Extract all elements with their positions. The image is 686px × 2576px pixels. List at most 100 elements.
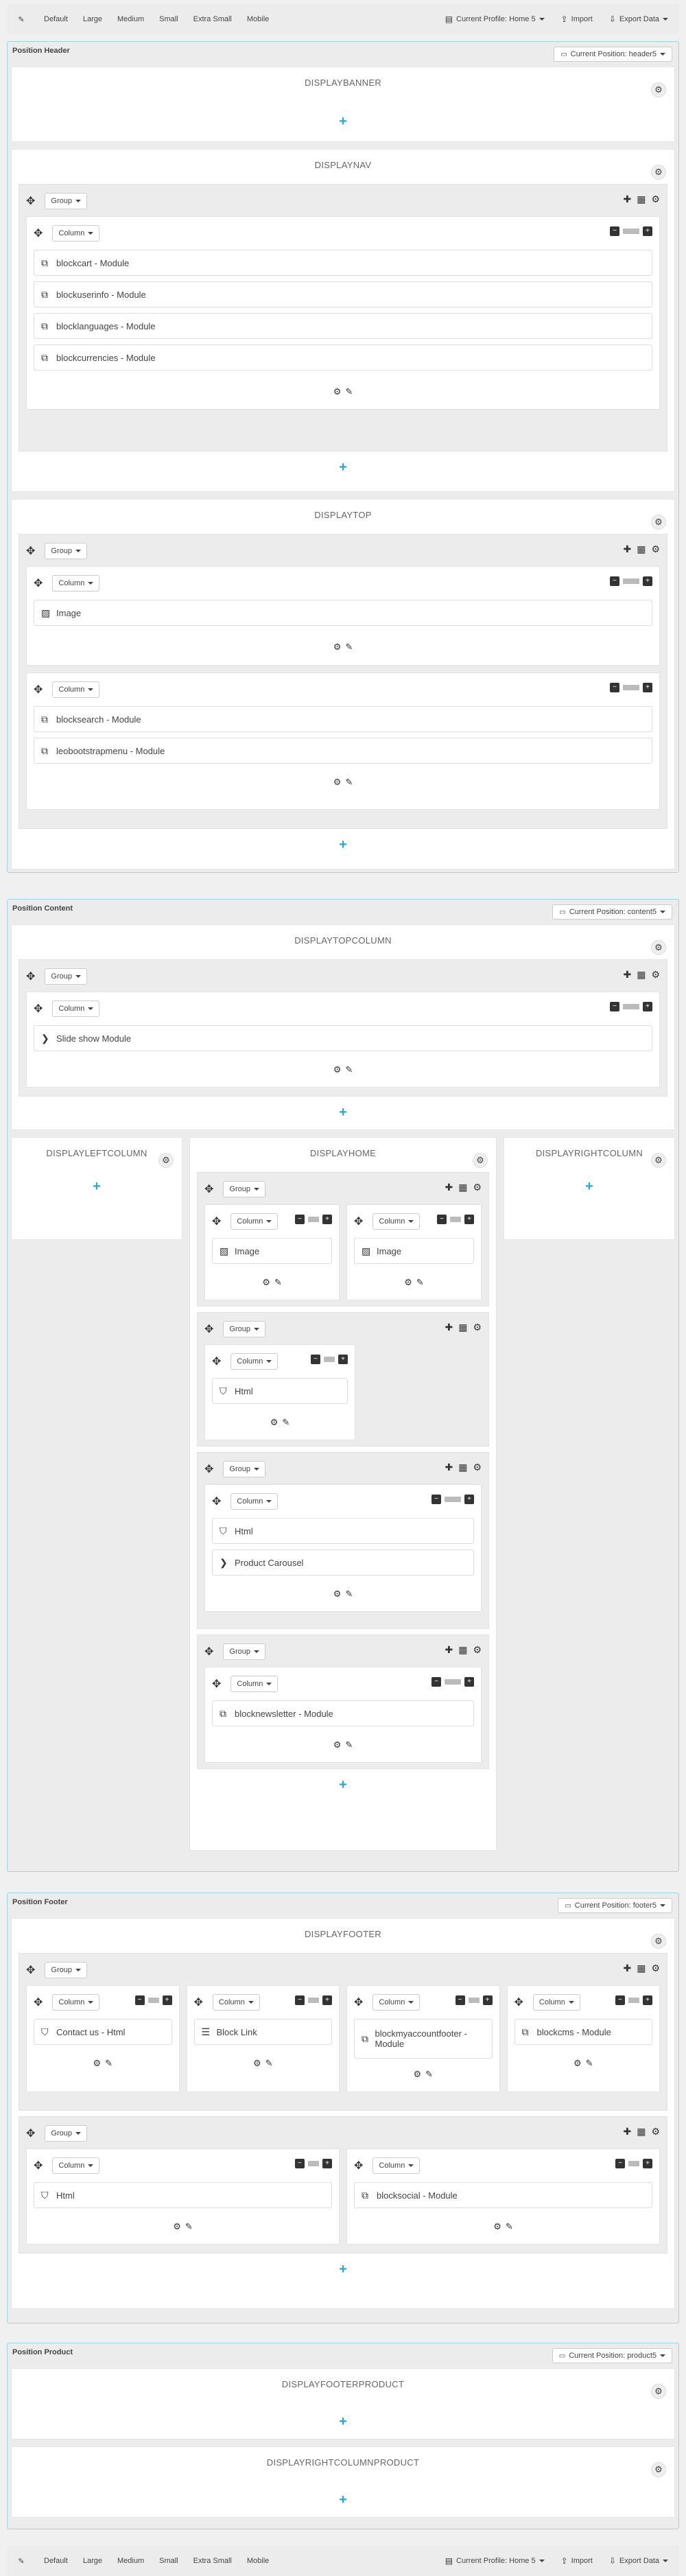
gear-icon[interactable]: ⚙ <box>158 1153 174 1168</box>
add-column-icon[interactable]: ✚ <box>445 1182 453 1193</box>
add-column-icon[interactable]: ✚ <box>623 194 631 205</box>
gear-icon[interactable]: ⚙ <box>493 2221 501 2232</box>
add-group-button[interactable]: + <box>19 457 667 478</box>
group-dropdown[interactable]: Group <box>45 968 87 985</box>
width-bar[interactable] <box>308 2161 319 2166</box>
add-column-icon[interactable]: ✚ <box>445 1322 453 1333</box>
widget[interactable]: ⧉ blockuserinfo - Module <box>34 281 652 307</box>
grid-icon[interactable]: ▦ <box>637 194 646 205</box>
plus-icon[interactable]: + <box>643 1995 652 2005</box>
add-group-button[interactable]: + <box>19 1102 667 1123</box>
column-dropdown[interactable]: Column <box>372 1994 421 2011</box>
minus-icon[interactable]: − <box>615 2159 625 2168</box>
column-dropdown[interactable]: Column <box>230 1353 279 1370</box>
gear-icon[interactable]: ⚙ <box>473 1182 482 1193</box>
device-mobile-button[interactable]: Mobile <box>241 2552 274 2570</box>
edit-pencil-icon[interactable]: ✎ <box>12 2552 30 2570</box>
gear-icon[interactable]: ⚙ <box>404 1277 412 1287</box>
pencil-icon[interactable]: ✎ <box>282 1417 289 1427</box>
move-icon[interactable]: ✥ <box>354 1215 363 1228</box>
add-group-button[interactable]: + <box>197 1775 489 1795</box>
pencil-icon[interactable]: ✎ <box>105 2058 113 2068</box>
plus-icon[interactable]: + <box>322 2159 332 2168</box>
grid-icon[interactable]: ▦ <box>637 2126 646 2138</box>
add-group-button[interactable]: + <box>19 2259 667 2280</box>
gear-icon[interactable]: ⚙ <box>651 940 666 955</box>
device-medium-button[interactable]: Medium <box>112 10 150 28</box>
pencil-icon[interactable]: ✎ <box>265 2058 273 2068</box>
pencil-icon[interactable]: ✎ <box>185 2221 193 2232</box>
device-large-button[interactable]: Large <box>78 10 108 28</box>
column-dropdown[interactable]: Column <box>230 1213 279 1230</box>
grid-icon[interactable]: ▦ <box>458 1182 467 1193</box>
plus-icon[interactable]: + <box>464 1677 474 1687</box>
widget[interactable]: ⧉ blockcurrencies - Module <box>34 344 652 371</box>
pencil-icon[interactable]: ✎ <box>345 1740 353 1750</box>
width-bar[interactable] <box>147 1998 159 2003</box>
move-icon[interactable]: ✥ <box>212 1677 221 1691</box>
add-group-button[interactable]: + <box>19 1176 175 1197</box>
gear-icon[interactable]: ⚙ <box>651 2384 666 2399</box>
add-group-button[interactable]: + <box>19 111 667 132</box>
minus-icon[interactable]: − <box>431 1495 441 1504</box>
gear-icon[interactable]: ⚙ <box>333 777 342 787</box>
minus-icon[interactable]: − <box>610 576 619 586</box>
minus-icon[interactable]: − <box>134 1995 145 2005</box>
column-dropdown[interactable]: Column <box>230 1676 279 1692</box>
widget[interactable]: ⛉ Html <box>212 1378 348 1404</box>
move-icon[interactable]: ✥ <box>26 2127 35 2140</box>
gear-icon[interactable]: ⚙ <box>651 1153 666 1168</box>
pencil-icon[interactable]: ✎ <box>345 1589 353 1599</box>
import-button[interactable]: ⇪ Import <box>556 10 598 28</box>
gear-icon[interactable]: ⚙ <box>573 2058 582 2068</box>
gear-icon[interactable]: ⚙ <box>173 2221 181 2232</box>
column-dropdown[interactable]: Column <box>52 1000 100 1017</box>
column-dropdown[interactable]: Column <box>52 1994 100 2011</box>
gear-icon[interactable]: ⚙ <box>473 1322 482 1333</box>
plus-icon[interactable]: + <box>464 1215 474 1224</box>
gear-icon[interactable]: ⚙ <box>651 969 660 981</box>
width-bar[interactable] <box>623 578 639 584</box>
minus-icon[interactable]: − <box>295 1215 305 1224</box>
move-icon[interactable]: ✥ <box>34 1995 43 2009</box>
add-column-icon[interactable]: ✚ <box>445 1644 453 1656</box>
group-dropdown[interactable]: Group <box>45 193 87 209</box>
device-medium-button[interactable]: Medium <box>112 2552 150 2570</box>
move-icon[interactable]: ✥ <box>204 1182 213 1196</box>
grid-icon[interactable]: ▦ <box>637 969 646 981</box>
gear-icon[interactable]: ⚙ <box>413 2069 421 2079</box>
widget[interactable]: ⧉ blockcms - Module <box>514 2019 652 2045</box>
move-icon[interactable]: ✥ <box>34 683 43 696</box>
minus-icon[interactable]: − <box>610 683 619 692</box>
move-icon[interactable]: ✥ <box>26 544 35 558</box>
gear-icon[interactable]: ⚙ <box>473 1153 488 1168</box>
move-icon[interactable]: ✥ <box>34 1002 43 1016</box>
device-large-button[interactable]: Large <box>78 2552 108 2570</box>
add-column-icon[interactable]: ✚ <box>623 543 631 555</box>
move-icon[interactable]: ✥ <box>26 970 35 983</box>
width-bar[interactable] <box>445 1679 461 1685</box>
plus-icon[interactable]: + <box>322 1215 332 1224</box>
column-dropdown[interactable]: Column <box>52 575 100 592</box>
move-icon[interactable]: ✥ <box>212 1215 221 1228</box>
gear-icon[interactable]: ⚙ <box>333 1064 342 1075</box>
plus-icon[interactable]: + <box>643 226 652 236</box>
widget[interactable]: ☰ Block Link <box>193 2019 332 2045</box>
pencil-icon[interactable]: ✎ <box>345 1064 353 1075</box>
pencil-icon[interactable]: ✎ <box>506 2221 513 2232</box>
grid-icon[interactable]: ▦ <box>637 1963 646 1974</box>
minus-icon[interactable]: − <box>311 1355 320 1364</box>
add-group-button[interactable]: + <box>19 2490 667 2510</box>
grid-icon[interactable]: ▦ <box>458 1462 467 1473</box>
add-column-icon[interactable]: ✚ <box>623 969 631 981</box>
plus-icon[interactable]: + <box>338 1355 348 1364</box>
device-default-button[interactable]: Default <box>38 10 73 28</box>
gear-icon[interactable]: ⚙ <box>651 1963 660 1974</box>
minus-icon[interactable]: − <box>295 2159 305 2168</box>
gear-icon[interactable]: ⚙ <box>651 1934 666 1949</box>
pencil-icon[interactable]: ✎ <box>274 1277 282 1287</box>
width-bar[interactable] <box>468 1998 480 2003</box>
widget[interactable]: ⧉ blocklanguages - Module <box>34 313 652 339</box>
width-bar[interactable] <box>628 2161 639 2166</box>
width-bar[interactable] <box>628 1998 639 2003</box>
